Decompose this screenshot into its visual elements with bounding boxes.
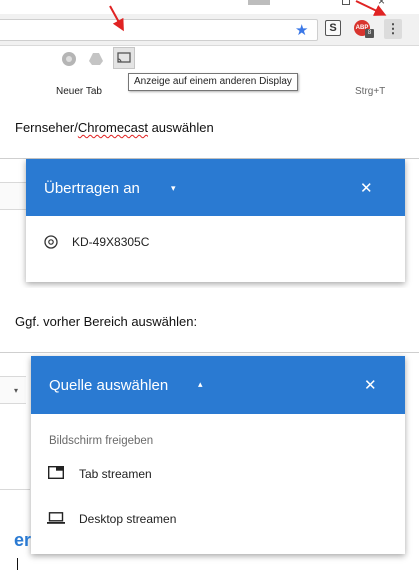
drive-icon[interactable]: [88, 51, 104, 67]
background-chevron-icon: ▾: [14, 386, 19, 395]
chrome-menu-panel: Anzeige auf einem anderen Display Neuer …: [0, 46, 419, 100]
tab-icon: [48, 466, 64, 479]
cast-icon: [117, 52, 131, 63]
cast-device-name: KD-49X8305C: [72, 235, 150, 249]
cast-dialog-screenshot: Übertragen an ▾ ✕ KD-49X8305C: [0, 158, 419, 288]
close-icon[interactable]: ✕: [364, 376, 377, 394]
close-icon[interactable]: ✕: [360, 179, 373, 197]
chevron-up-icon[interactable]: ▴: [198, 379, 203, 390]
caption-chromecast-word: Chromecast: [77, 120, 148, 135]
menu-item-new-tab[interactable]: Neuer Tab: [56, 86, 102, 97]
cast-tooltip: Anzeige auf einem anderen Display: [128, 73, 298, 91]
caption-select-tv-suffix: auswählen: [147, 120, 214, 135]
source-option-desktop[interactable]: Desktop streamen: [31, 501, 405, 535]
source-dialog: Quelle auswählen ▴ ✕ Bildschirm freigebe…: [31, 356, 405, 554]
background-tab-fragment: [0, 182, 26, 210]
chromecast-device-icon: [44, 235, 58, 249]
background-divider: [0, 352, 419, 353]
chevron-down-icon[interactable]: ▾: [171, 183, 176, 194]
source-option-desktop-label: Desktop streamen: [79, 512, 177, 526]
arrow-to-cast-icon: [109, 5, 124, 32]
source-dialog-header: Quelle auswählen ▴ ✕: [31, 356, 405, 414]
background-divider-bottom: [0, 489, 30, 490]
source-option-tab-label: Tab streamen: [79, 467, 152, 481]
caption-select-tv-prefix: Fernseher/: [15, 120, 78, 135]
laptop-icon: [47, 512, 65, 524]
cast-button[interactable]: [113, 47, 135, 69]
background-tab-fragment: [0, 376, 26, 404]
chrome-icon[interactable]: [61, 51, 77, 67]
caption-select-source: Ggf. vorher Bereich auswählen:: [15, 314, 198, 329]
background-page-text-fragment: er: [14, 530, 32, 550]
cast-dialog-header: Übertragen an ▾ ✕: [26, 159, 405, 216]
cast-dialog-title[interactable]: Übertragen an: [44, 180, 140, 197]
caption-select-tv: Fernseher/Chromecast auswählen: [15, 120, 214, 135]
arrow-to-menu-button: [355, 0, 387, 16]
source-option-tab[interactable]: Tab streamen: [31, 456, 405, 490]
menu-item-shortcut: Strg+T: [355, 86, 386, 97]
source-dialog-screenshot: ▾ Quelle auswählen ▴ ✕ Bildschirm freige…: [0, 352, 419, 572]
cast-dialog: Übertragen an ▾ ✕ KD-49X8305C: [26, 159, 405, 282]
text-cursor: [17, 558, 18, 570]
cast-device-row[interactable]: KD-49X8305C: [26, 216, 405, 266]
share-screen-section-label: Bildschirm freigeben: [49, 435, 154, 447]
browser-toolbar-screenshot: × ★ S ABP 8 ⋮ Anzeige auf einem anderen …: [0, 0, 419, 100]
source-dialog-title[interactable]: Quelle auswählen: [49, 377, 168, 394]
